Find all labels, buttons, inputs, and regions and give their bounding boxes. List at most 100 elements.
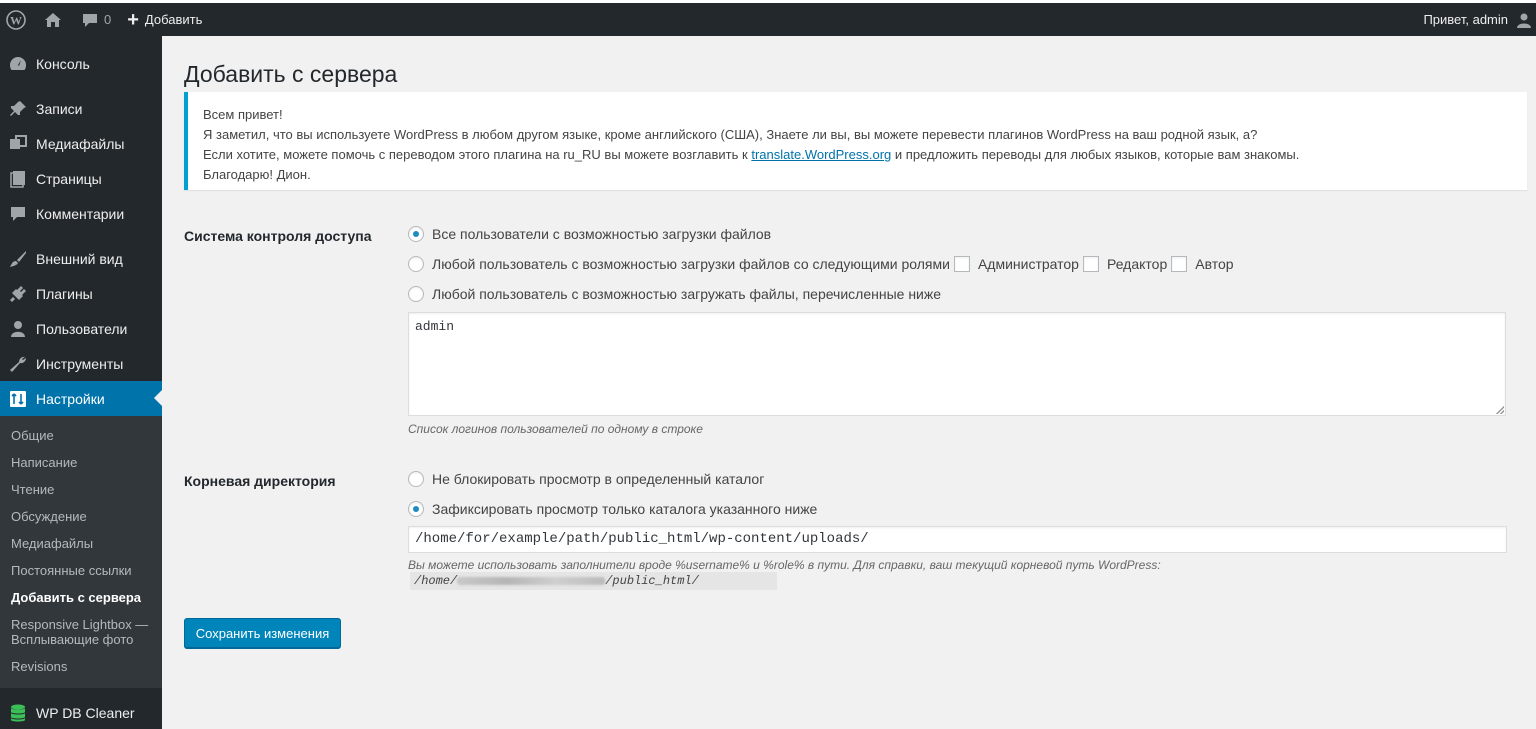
menu-tools-label: Инструменты — [36, 355, 124, 372]
pin-icon — [8, 99, 28, 119]
new-content-link[interactable]: + Добавить — [117, 3, 208, 36]
root-option-fixed-label: Зафиксировать просмотр только каталога у… — [432, 501, 818, 517]
submenu-reading[interactable]: Чтение — [0, 476, 162, 503]
submenu-permalinks[interactable]: Постоянные ссылки — [0, 557, 162, 584]
wrench-icon — [8, 354, 28, 374]
menu-appearance-label: Внешний вид — [36, 250, 123, 267]
root-option-none[interactable]: Не блокировать просмотр в определенный к… — [408, 469, 764, 489]
plus-icon: + — [127, 8, 139, 31]
access-option-roles[interactable]: Любой пользователь с возможностью загруз… — [408, 254, 1234, 274]
settings-submenu: Общие Написание Чтение Обсуждение Медиаф… — [0, 416, 162, 688]
my-account[interactable]: Привет, admin — [1423, 12, 1536, 28]
new-content-label: Добавить — [144, 12, 203, 27]
save-changes-button[interactable]: Сохранить изменения — [184, 618, 341, 648]
notice-line-3: Если хотите, можете помочь с переводом э… — [203, 145, 1512, 165]
users-textarea-value: admin — [415, 319, 455, 334]
page-title: Добавить с сервера — [184, 61, 398, 87]
media-icon — [8, 134, 28, 154]
main-content: Добавить с сервера Всем привет! Я замети… — [184, 36, 1528, 648]
menu-users[interactable]: Пользователи — [0, 311, 162, 346]
menu-posts[interactable]: Записи — [0, 91, 162, 126]
submenu-media[interactable]: Медиафайлы — [0, 530, 162, 557]
dashboard-icon — [8, 54, 28, 74]
menu-settings[interactable]: Настройки — [0, 381, 162, 416]
page-icon — [8, 169, 28, 189]
menu-comments-label: Комментарии — [36, 205, 125, 222]
database-icon — [8, 703, 28, 723]
role-admin-label: Администратор — [977, 256, 1079, 272]
user-avatar-icon — [1517, 13, 1531, 28]
menu-media[interactable]: Медиафайлы — [0, 126, 162, 161]
notice-line-3-start: Если хотите, можете помочь с переводом э… — [203, 147, 748, 162]
access-option-all[interactable]: Все пользователи с возможностью загрузки… — [408, 224, 771, 244]
notice-line-3-end: и предложить переводы для любых языков, … — [894, 147, 1300, 162]
menu-wp-db-cleaner[interactable]: WP DB Cleaner — [0, 695, 162, 729]
comments-count: 0 — [104, 12, 112, 27]
access-option-users-label: Любой пользователь с возможностью загруж… — [432, 286, 942, 302]
menu-pages[interactable]: Страницы — [0, 161, 162, 196]
root-option-fixed[interactable]: Зафиксировать просмотр только каталога у… — [408, 499, 817, 519]
access-option-all-radio[interactable] — [408, 226, 424, 242]
role-editor-checkbox[interactable] — [1082, 256, 1099, 272]
menu-pages-label: Страницы — [36, 170, 102, 187]
plugin-icon — [8, 284, 28, 304]
menu-posts-label: Записи — [36, 100, 83, 117]
brush-icon — [8, 249, 28, 269]
wordpress-logo-icon[interactable]: W — [0, 3, 32, 36]
role-admin-checkbox[interactable] — [953, 256, 970, 272]
menu-tools[interactable]: Инструменты — [0, 346, 162, 381]
submenu-writing[interactable]: Написание — [0, 449, 162, 476]
admin-bar: W 0 + Добавить Привет, admin — [0, 0, 1536, 36]
access-option-roles-radio[interactable] — [408, 256, 424, 272]
notice-line-1: Всем привет! — [203, 107, 283, 122]
menu-wp-db-cleaner-label: WP DB Cleaner — [36, 704, 135, 721]
access-option-users[interactable]: Любой пользователь с возможностью загруж… — [408, 284, 941, 304]
submenu-discussion[interactable]: Обсуждение — [0, 503, 162, 530]
menu-plugins[interactable]: Плагины — [0, 276, 162, 311]
menu-appearance[interactable]: Внешний вид — [0, 241, 162, 276]
role-author-label: Автор — [1195, 256, 1234, 272]
root-path-description-text: Вы можете использовать заполнители вроде… — [408, 558, 1161, 572]
menu-plugins-label: Плагины — [36, 285, 93, 302]
root-path-description: Вы можете использовать заполнители вроде… — [408, 558, 1528, 590]
access-option-roles-label: Любой пользователь с возможностью загруз… — [432, 256, 950, 272]
menu-dashboard[interactable]: Консоль — [0, 46, 162, 81]
menu-users-label: Пользователи — [36, 320, 128, 337]
root-option-fixed-radio[interactable] — [408, 501, 424, 517]
menu-comments[interactable]: Комментарии — [0, 196, 162, 231]
submenu-add-from-server[interactable]: Добавить с сервера — [0, 584, 162, 611]
root-option-none-label: Не блокировать просмотр в определенный к… — [432, 471, 765, 487]
current-root-path-start: /home/ — [414, 574, 458, 588]
svg-text:W: W — [10, 13, 22, 27]
translation-notice: Всем привет! Я заметил, что вы используе… — [184, 92, 1527, 190]
comment-icon — [8, 204, 28, 224]
menu-dashboard-label: Консоль — [36, 55, 90, 72]
notice-line-2: Я заметил, что вы используете WordPress … — [203, 127, 1258, 142]
role-editor-label: Редактор — [1106, 256, 1168, 272]
redacted-path-segment — [457, 576, 606, 585]
settings-icon — [8, 389, 28, 409]
submenu-general[interactable]: Общие — [0, 422, 162, 449]
current-root-path: /home/ /public_html/ — [410, 572, 777, 590]
greeting: Привет, admin — [1423, 12, 1508, 27]
submenu-responsive-lightbox[interactable]: Responsive Lightbox — Всплывающие фото — [0, 611, 162, 653]
resize-grip-icon[interactable] — [1496, 406, 1504, 414]
home-icon[interactable] — [32, 3, 68, 36]
menu-media-label: Медиафайлы — [36, 135, 125, 152]
translate-link[interactable]: translate.WordPress.org — [751, 147, 891, 162]
users-icon — [8, 319, 28, 339]
root-option-none-radio[interactable] — [408, 471, 424, 487]
access-option-users-radio[interactable] — [408, 286, 424, 302]
role-author-checkbox[interactable] — [1171, 256, 1188, 272]
access-option-all-label: Все пользователи с возможностью загрузки… — [432, 226, 772, 242]
submenu-revisions[interactable]: Revisions — [0, 653, 162, 680]
users-description: Список логинов пользователей по одному в… — [408, 422, 703, 436]
comment-bubble-icon — [83, 13, 97, 27]
current-root-path-end: /public_html/ — [605, 574, 699, 588]
menu-settings-label: Настройки — [36, 390, 105, 407]
comments-link[interactable]: 0 — [68, 3, 117, 36]
notice-line-4: Благодарю! Дион. — [203, 167, 311, 182]
root-path-input[interactable]: /home/for/example/path/public_html/wp-co… — [408, 526, 1507, 553]
root-path-value: /home/for/example/path/public_html/wp-co… — [415, 531, 869, 547]
users-textarea[interactable]: admin — [408, 312, 1506, 416]
